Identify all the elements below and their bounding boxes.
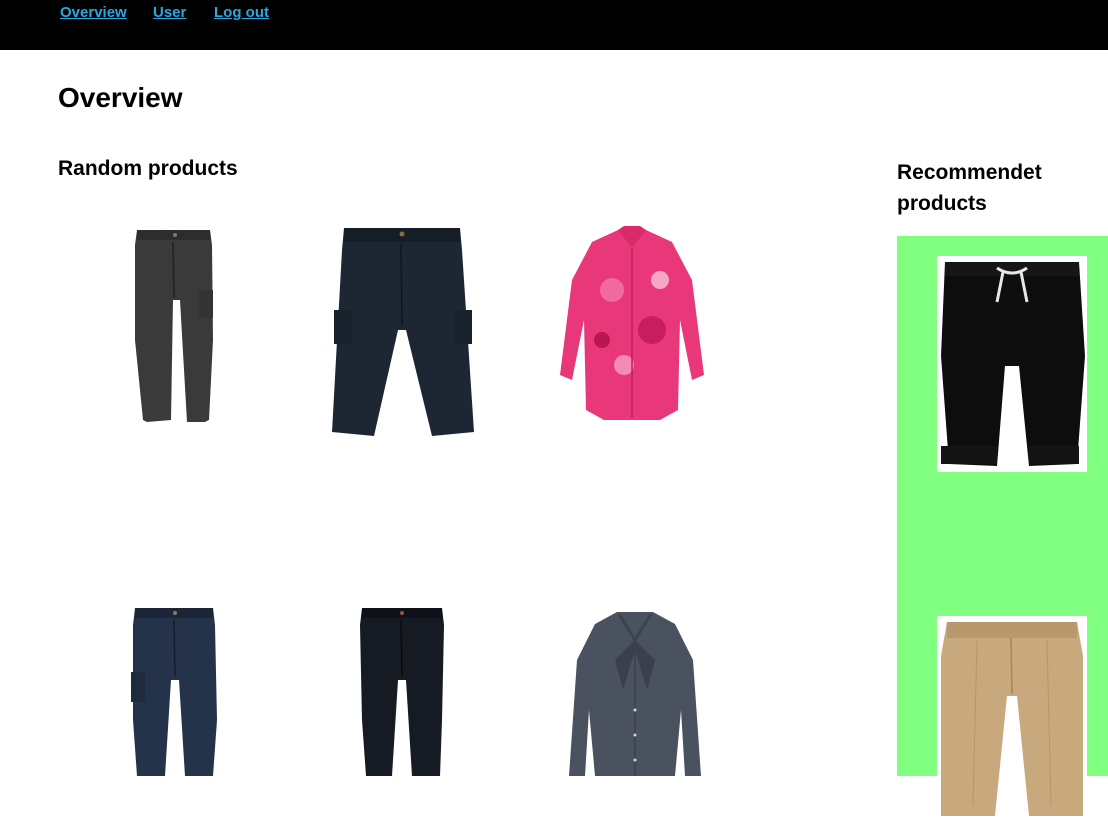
nav-link-user[interactable]: User xyxy=(153,4,186,21)
random-products-heading: Random products xyxy=(58,157,238,180)
top-nav-bar: Overview User Log out xyxy=(0,0,1108,50)
recommended-products-panel xyxy=(897,236,1108,816)
black-drawstring-shorts-image xyxy=(941,262,1085,466)
product-item[interactable] xyxy=(75,220,275,460)
grey-bow-blouse-image xyxy=(569,612,701,776)
product-item[interactable] xyxy=(302,600,502,840)
recommended-product-item[interactable] xyxy=(937,256,1087,472)
recommended-product-item[interactable] xyxy=(937,616,1087,816)
nav-link-overview[interactable]: Overview xyxy=(60,4,127,21)
navy-cargo-trousers-image xyxy=(131,608,217,776)
product-item[interactable] xyxy=(535,600,735,840)
page-title: Overview xyxy=(58,82,183,113)
pink-paisley-shirt-image xyxy=(560,226,704,420)
nav-link-logout[interactable]: Log out xyxy=(214,4,269,21)
dark-grey-cargo-trousers-image xyxy=(135,230,213,422)
recommended-products-heading: Recommendet products xyxy=(897,161,1042,215)
black-chino-trousers-image xyxy=(360,608,444,776)
product-item[interactable] xyxy=(75,600,275,840)
navy-cargo-shorts-image xyxy=(332,228,474,436)
product-item[interactable] xyxy=(532,220,732,460)
beige-chino-shorts-image xyxy=(941,622,1083,816)
product-item[interactable] xyxy=(302,220,502,460)
